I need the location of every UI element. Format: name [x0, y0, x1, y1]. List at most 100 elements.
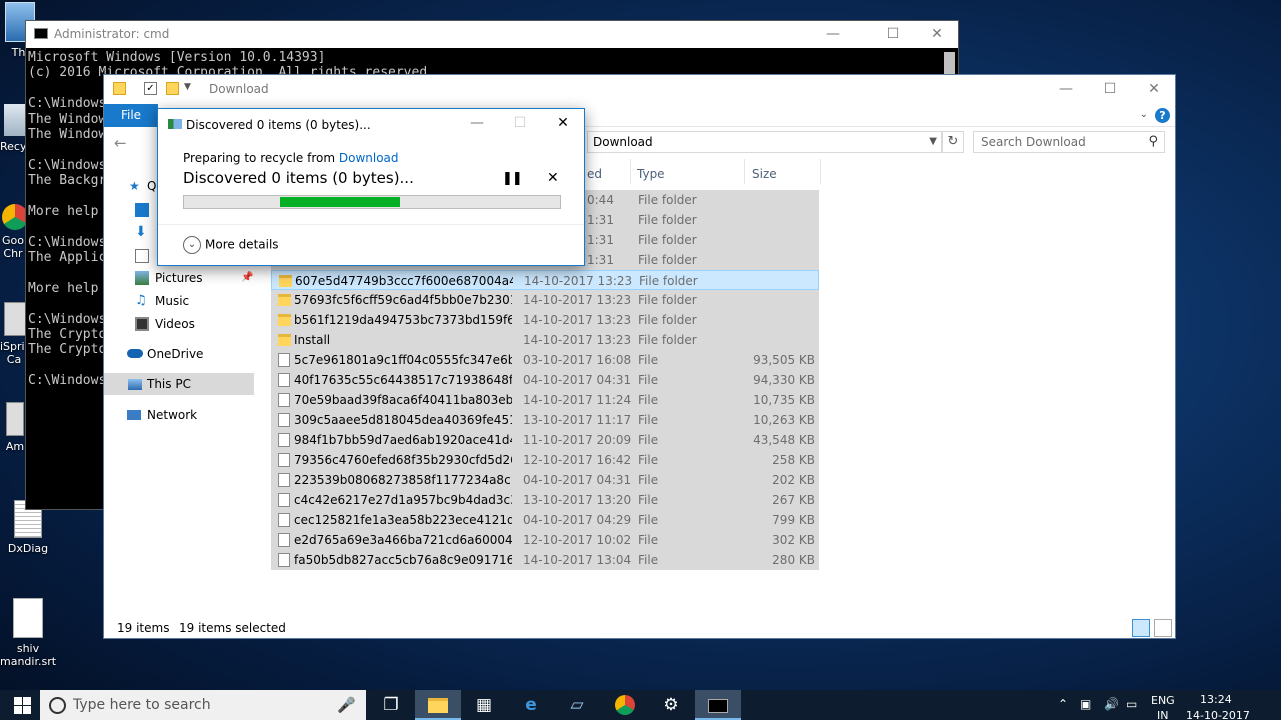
column-header-date[interactable]: ed: [587, 164, 602, 184]
source-folder-link[interactable]: Download: [339, 151, 399, 165]
cell-name: b561f1219da494753bc7373bd159f6fd: [294, 313, 512, 327]
table-row[interactable]: 607e5d47749b3ccc7f600e687004a498 14-10-20…: [271, 270, 819, 290]
taskbar-search-input[interactable]: Type here to search 🎤: [40, 690, 366, 720]
desktop-icon: [135, 203, 149, 217]
help-icon[interactable]: ?: [1155, 108, 1170, 123]
more-details-toggle[interactable]: ⌄ More details: [183, 236, 279, 254]
recycle-progress-dialog[interactable]: Discovered 0 items (0 bytes)... — ☐ ✕ Pr…: [157, 108, 585, 266]
nav-quick-access[interactable]: ★ Qu: [129, 175, 164, 197]
table-row[interactable]: cec125821fe1a3ea58b223ece4121d04c391... 0…: [271, 510, 819, 530]
table-row[interactable]: c4c42e6217e27d1a957bc9b4dad3c386edc... 13…: [271, 490, 819, 510]
minimize-button[interactable]: —: [455, 110, 499, 136]
windows-start-icon[interactable]: [14, 697, 31, 714]
table-row[interactable]: 309c5aaee5d818045dea40369fe451edb81... 13…: [271, 410, 819, 430]
volume-icon[interactable]: 🔊: [1104, 697, 1119, 711]
maximize-button: ☐: [513, 115, 527, 131]
table-row[interactable]: 70e59baad39f8aca6f40411ba803eb5cf652... 1…: [271, 390, 819, 410]
column-header-size[interactable]: Size: [752, 164, 777, 184]
network-icon: [127, 410, 141, 420]
region-indicator[interactable]: IN: [1157, 709, 1168, 720]
nav-documents[interactable]: [135, 245, 155, 267]
table-row[interactable]: 79356c4760efed68f35b2930cfd5d2664aa5... 1…: [271, 450, 819, 470]
table-row[interactable]: 40f17635c55c64438517c71938648f8741fd0...…: [271, 370, 819, 390]
close-button[interactable]: ✕: [541, 110, 585, 136]
chevron-down-icon[interactable]: ▼: [929, 132, 937, 152]
minimize-button[interactable]: —: [811, 21, 855, 48]
expand-ribbon-icon[interactable]: ⌄: [1140, 109, 1148, 120]
desktop-icon-srt[interactable]: shiv mandir.srt: [0, 598, 56, 668]
table-row[interactable]: b561f1219da494753bc7373bd159f6fd 14-10-20…: [271, 310, 819, 330]
cancel-button[interactable]: ✕: [547, 170, 559, 186]
table-row[interactable]: fa50b5db827acc5cb76a8c9e091716716be... 14…: [271, 550, 819, 570]
cmd-taskbar-icon[interactable]: [695, 690, 741, 720]
cell-type: File: [638, 553, 659, 567]
column-separator[interactable]: [630, 159, 631, 184]
status-selected-count: 19 items selected: [179, 621, 286, 635]
nav-videos[interactable]: Videos: [135, 313, 285, 335]
table-row[interactable]: e2d765a69e3a466ba721cd6a60004a95e7e... 12…: [271, 530, 819, 550]
progress-fill: [280, 197, 400, 207]
cell-name: e2d765a69e3a466ba721cd6a60004a95e7e...: [294, 533, 512, 547]
folder-icon: [278, 314, 291, 326]
back-button[interactable]: ←: [114, 134, 127, 152]
cell-date: 14-10-2017 13:23: [523, 333, 632, 347]
task-view-icon[interactable]: ❐: [368, 690, 414, 720]
file-tab[interactable]: File: [104, 104, 158, 127]
settings-gear-icon[interactable]: ⚙: [648, 690, 694, 720]
cell-size: 94,330 KB: [753, 373, 815, 387]
clock-time[interactable]: 13:24: [1200, 693, 1232, 706]
app-icon[interactable]: ▱: [554, 690, 600, 720]
column-separator[interactable]: [744, 159, 745, 184]
refresh-button[interactable]: ↻: [942, 131, 964, 153]
language-indicator[interactable]: ENG: [1151, 694, 1175, 707]
microphone-icon[interactable]: 🎤: [337, 690, 356, 720]
desktop-icon-label: Am: [5, 440, 25, 453]
store-icon[interactable]: ▦: [461, 690, 507, 720]
nav-network[interactable]: Network: [127, 404, 277, 426]
explorer-title-bar[interactable]: ✓ ▼ Download — ☐ ✕: [104, 75, 1175, 104]
nav-music[interactable]: ♫ Music: [135, 290, 285, 312]
cell-date: 12-10-2017 10:02: [523, 533, 632, 547]
cell-date: 1:31: [587, 253, 614, 267]
table-row[interactable]: 984f1b7bb59d7aed6ab1920ace41d478bc1... 11…: [271, 430, 819, 450]
desktop-icon-label: DxDiag: [7, 542, 49, 555]
nav-onedrive[interactable]: OneDrive: [127, 343, 277, 365]
customize-qat-icon[interactable]: ▼: [184, 82, 197, 95]
clock-date[interactable]: 14-10-2017: [1186, 709, 1250, 720]
maximize-button[interactable]: ☐: [1088, 76, 1132, 103]
large-icons-view-button[interactable]: [1154, 619, 1172, 637]
close-button[interactable]: ✕: [915, 21, 959, 48]
new-folder-icon[interactable]: [166, 82, 179, 95]
download-icon: ⬇: [135, 224, 147, 240]
column-header-type[interactable]: Type: [637, 164, 665, 184]
cmd-title-bar[interactable]: Administrator: cmd — ☐ ✕: [26, 21, 958, 48]
table-row[interactable]: 223539b08068273858f1177234a8c19f5c8b... 0…: [271, 470, 819, 490]
search-input[interactable]: Search Download ⚲: [973, 131, 1165, 153]
folder-icon: [113, 82, 126, 95]
pause-button[interactable]: ❚❚: [502, 171, 523, 186]
nav-downloads[interactable]: ⬇: [135, 221, 155, 243]
address-bar[interactable]: Download ▼: [587, 131, 942, 153]
dialog-title-bar[interactable]: Discovered 0 items (0 bytes)... — ☐ ✕: [158, 109, 584, 139]
progress-bar: [183, 195, 561, 209]
network-tray-icon[interactable]: ▣: [1080, 697, 1091, 711]
details-view-button[interactable]: [1132, 619, 1150, 637]
nav-pictures[interactable]: Pictures 📌: [135, 267, 285, 289]
minimize-button[interactable]: —: [1044, 76, 1088, 103]
file-explorer-taskbar-icon[interactable]: [415, 690, 461, 720]
nav-label: This PC: [147, 377, 191, 391]
edge-icon[interactable]: e: [508, 690, 554, 720]
maximize-button[interactable]: ☐: [871, 21, 915, 48]
nav-this-pc[interactable]: This PC: [104, 373, 254, 395]
battery-icon[interactable]: ▭: [1126, 697, 1137, 711]
table-row[interactable]: Install 14-10-2017 13:23 File folder: [271, 330, 819, 350]
nav-desktop[interactable]: [135, 199, 155, 221]
show-hidden-icons-chevron[interactable]: ⌃: [1058, 697, 1068, 711]
table-row[interactable]: 57693fc5f6cff59c6ad4f5bb0e7b2301 14-10-20…: [271, 290, 819, 310]
properties-icon[interactable]: ✓: [144, 82, 157, 95]
chrome-icon[interactable]: [602, 690, 648, 720]
scrollbar-thumb[interactable]: [944, 52, 955, 74]
column-separator[interactable]: [820, 159, 821, 184]
table-row[interactable]: 5c7e961801a9c1ff04c0555fc347e6b43f629...…: [271, 350, 819, 370]
close-button[interactable]: ✕: [1132, 76, 1176, 103]
